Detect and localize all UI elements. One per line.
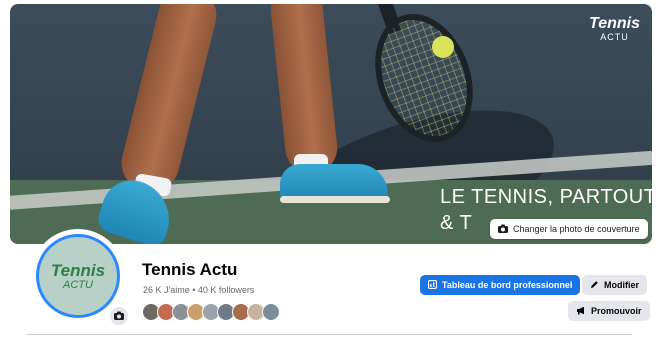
header-divider: [26, 334, 632, 335]
megaphone-icon: [576, 306, 586, 317]
shoe-sole: [280, 196, 390, 203]
camera-icon: [114, 307, 124, 325]
avatar-logo-subtitle: ACTU: [63, 278, 93, 291]
change-cover-button[interactable]: Changer la photo de couverture: [490, 219, 648, 239]
page-title[interactable]: Tennis Actu: [142, 260, 237, 280]
edit-button[interactable]: Modifier: [582, 275, 647, 295]
promote-label: Promouvoir: [591, 306, 642, 316]
avatar-logo-title: Tennis: [50, 260, 106, 280]
change-cover-label: Changer la photo de couverture: [513, 224, 640, 234]
player-leg-right: [268, 4, 340, 177]
shoe-right: [280, 164, 388, 200]
cover-slogan-line1: LE TENNIS, PARTOUT: [440, 186, 652, 208]
follower-avatars[interactable]: [142, 303, 280, 321]
pencil-icon: [590, 280, 599, 291]
avatar: Tennis ACTU: [36, 234, 120, 318]
page-stats[interactable]: 26 K J'aime • 40 K followers: [143, 285, 254, 295]
update-profile-picture-button[interactable]: [108, 305, 130, 327]
camera-icon: [498, 224, 508, 235]
cover-logo: Tennis ACTU: [589, 15, 640, 43]
cover-photo[interactable]: Tennis ACTU LE TENNIS, PARTOUT & T Chang…: [10, 4, 652, 244]
cover-logo-title: Tennis: [589, 15, 640, 32]
promote-button[interactable]: Promouvoir: [568, 301, 650, 321]
professional-dashboard-button[interactable]: Tableau de bord professionnel: [420, 275, 581, 295]
cover-logo-subtitle: ACTU: [600, 32, 629, 42]
page: Tennis ACTU LE TENNIS, PARTOUT & T Chang…: [0, 0, 660, 341]
professional-dashboard-label: Tableau de bord professionnel: [442, 280, 573, 290]
edit-label: Modifier: [604, 280, 639, 290]
follower-avatar[interactable]: [262, 303, 280, 321]
player-leg-left: [115, 4, 223, 198]
dashboard-icon: [427, 279, 438, 291]
tennis-ball: [432, 36, 454, 58]
